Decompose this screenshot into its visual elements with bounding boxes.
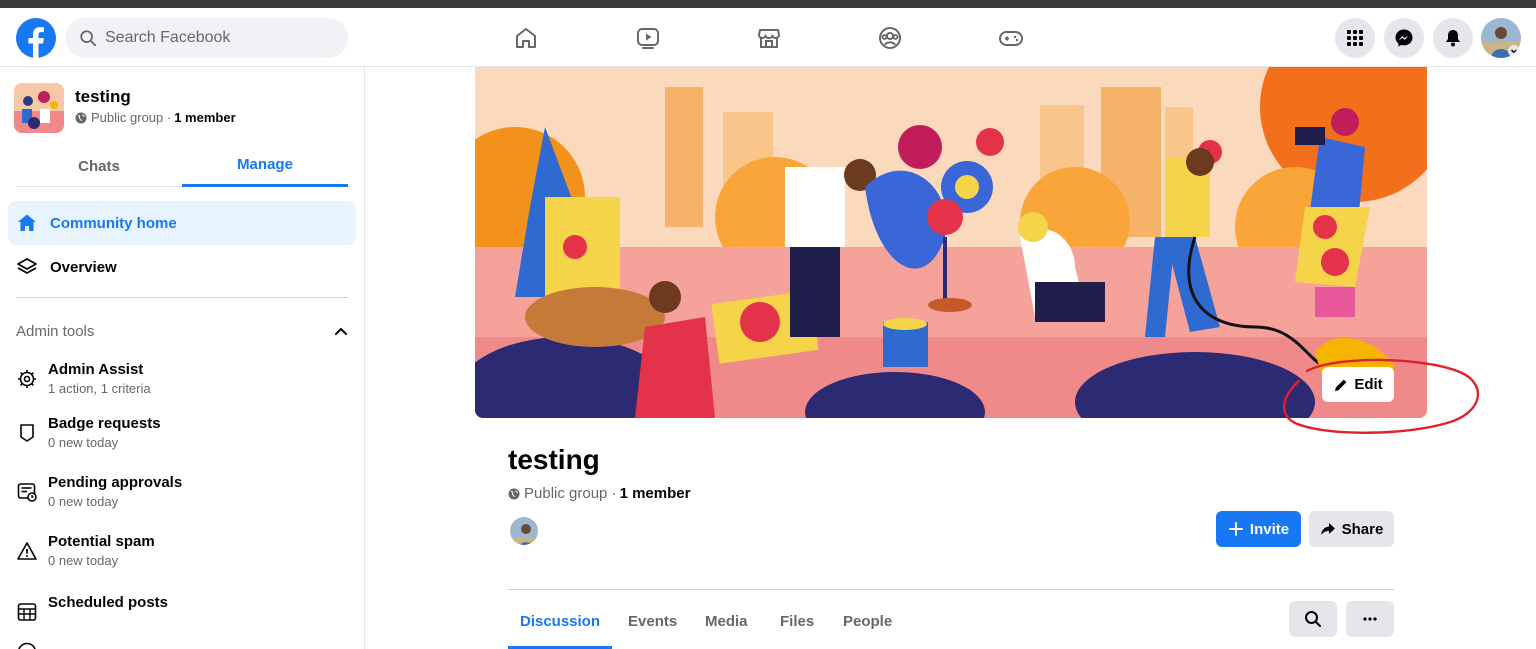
share-button[interactable]: Share <box>1309 511 1394 547</box>
search-bar[interactable]: Search Facebook <box>65 18 348 58</box>
menu-grid-icon <box>1347 30 1363 46</box>
globe-icon <box>75 112 87 123</box>
share-icon <box>1320 523 1335 535</box>
messenger-button[interactable] <box>1384 18 1424 58</box>
activity-icon <box>18 642 36 649</box>
nav-groups[interactable] <box>872 20 908 56</box>
admin-tool-badge-requests[interactable]: Badge requests 0 new today <box>16 414 346 452</box>
tool-title: Admin Assist <box>48 361 144 378</box>
notifications-button[interactable] <box>1433 18 1473 58</box>
top-navigation-bar: Search Facebook <box>0 8 1536 67</box>
sidebar-privacy-text: Public group · <box>91 110 172 125</box>
group-member-count[interactable]: 1 member <box>620 485 691 502</box>
marketplace-icon <box>758 29 780 48</box>
group-search-button[interactable] <box>1289 601 1337 637</box>
group-sidebar: testing Public group · 1 member Chats Ma… <box>0 67 365 649</box>
watch-icon <box>637 28 659 49</box>
tool-subtitle: 0 new today <box>48 494 119 509</box>
group-thumbnail[interactable] <box>14 83 64 133</box>
account-avatar[interactable] <box>1481 18 1521 58</box>
sidebar-tabs: Chats Manage <box>16 145 348 187</box>
layers-icon <box>17 258 37 274</box>
member-photo-icon <box>510 517 538 545</box>
nav-gaming[interactable] <box>993 20 1029 56</box>
home-icon <box>18 214 36 231</box>
admin-tool-scheduled-posts[interactable]: Scheduled posts <box>16 593 346 623</box>
tool-title: Potential spam <box>48 533 155 550</box>
chevron-up-icon[interactable] <box>334 324 348 338</box>
sidebar-group-privacy: Public group · 1 member <box>75 110 236 125</box>
home-icon <box>516 28 536 48</box>
more-options-button[interactable] <box>1346 601 1394 637</box>
browser-chrome-strip <box>0 0 1536 8</box>
sidebar-member-count[interactable]: 1 member <box>174 110 235 125</box>
tab-manage[interactable]: Manage <box>182 145 348 187</box>
nav-marketplace[interactable] <box>751 20 787 56</box>
facebook-logo-icon[interactable] <box>16 18 56 58</box>
profile-photo-icon <box>1481 18 1521 58</box>
tab-discussion[interactable]: Discussion <box>508 599 612 649</box>
member-avatar[interactable] <box>508 515 540 547</box>
admin-assist-icon <box>18 370 36 388</box>
groups-icon <box>879 27 901 49</box>
more-horizontal-icon <box>1363 617 1377 621</box>
tool-title: Badge requests <box>48 415 161 432</box>
sidebar-item-label: Overview <box>50 258 117 276</box>
admin-tools-label: Admin tools <box>16 322 95 340</box>
admin-tool-partial-item[interactable] <box>16 633 346 649</box>
edit-cover-button[interactable]: Edit <box>1322 367 1394 402</box>
messenger-icon <box>1395 29 1413 47</box>
nav-home[interactable] <box>508 20 544 56</box>
tool-title: Scheduled posts <box>48 594 169 611</box>
sidebar-item-community-home[interactable]: Community home <box>8 201 356 245</box>
tab-media[interactable]: Media <box>705 599 748 649</box>
menu-button[interactable] <box>1335 18 1375 58</box>
globe-icon <box>508 488 520 499</box>
share-label: Share <box>1341 520 1384 538</box>
group-privacy-text: Public group · <box>524 485 617 502</box>
tab-chats[interactable]: Chats <box>16 145 182 187</box>
search-icon <box>80 30 97 47</box>
search-icon <box>1305 611 1321 627</box>
badge-icon <box>20 424 34 442</box>
pending-approvals-icon <box>17 483 37 502</box>
group-title: testing <box>508 444 600 475</box>
tool-title: Pending approvals <box>48 474 183 491</box>
tool-subtitle: 1 action, 1 criteria <box>48 381 151 396</box>
admin-tool-admin-assist[interactable]: Admin Assist 1 action, 1 criteria <box>16 360 346 398</box>
plus-icon <box>1228 522 1243 536</box>
invite-button[interactable]: Invite <box>1216 511 1301 547</box>
tab-events[interactable]: Events <box>628 599 677 649</box>
group-header[interactable]: testing Public group · 1 member <box>14 83 236 133</box>
tabs-divider <box>508 589 1394 590</box>
calendar-icon <box>17 603 37 621</box>
pencil-icon <box>1335 379 1347 391</box>
group-privacy-line: Public group · 1 member <box>508 485 690 502</box>
admin-tools-header[interactable]: Admin tools <box>16 319 348 343</box>
group-cover-thumbnail-icon <box>14 83 64 133</box>
tab-files[interactable]: Files <box>780 599 814 649</box>
group-main-content: Edit testing Public group · 1 member Inv… <box>365 67 1536 649</box>
sidebar-item-label: Community home <box>50 214 177 232</box>
sidebar-divider <box>16 297 348 298</box>
nav-watch[interactable] <box>630 20 666 56</box>
invite-label: Invite <box>1249 520 1290 538</box>
sidebar-item-overview[interactable]: Overview <box>8 245 356 289</box>
tool-subtitle: 0 new today <box>48 435 119 450</box>
tab-people[interactable]: People <box>843 599 892 649</box>
sidebar-group-name[interactable]: testing <box>75 87 236 107</box>
search-input[interactable]: Search Facebook <box>105 29 230 47</box>
admin-tool-pending-approvals[interactable]: Pending approvals 0 new today <box>16 473 346 511</box>
notifications-icon <box>1446 30 1460 47</box>
warning-icon <box>17 542 37 560</box>
gaming-icon <box>999 31 1023 46</box>
admin-tool-potential-spam[interactable]: Potential spam 0 new today <box>16 532 346 570</box>
tool-subtitle: 0 new today <box>48 553 119 568</box>
edit-label: Edit <box>1354 376 1383 393</box>
